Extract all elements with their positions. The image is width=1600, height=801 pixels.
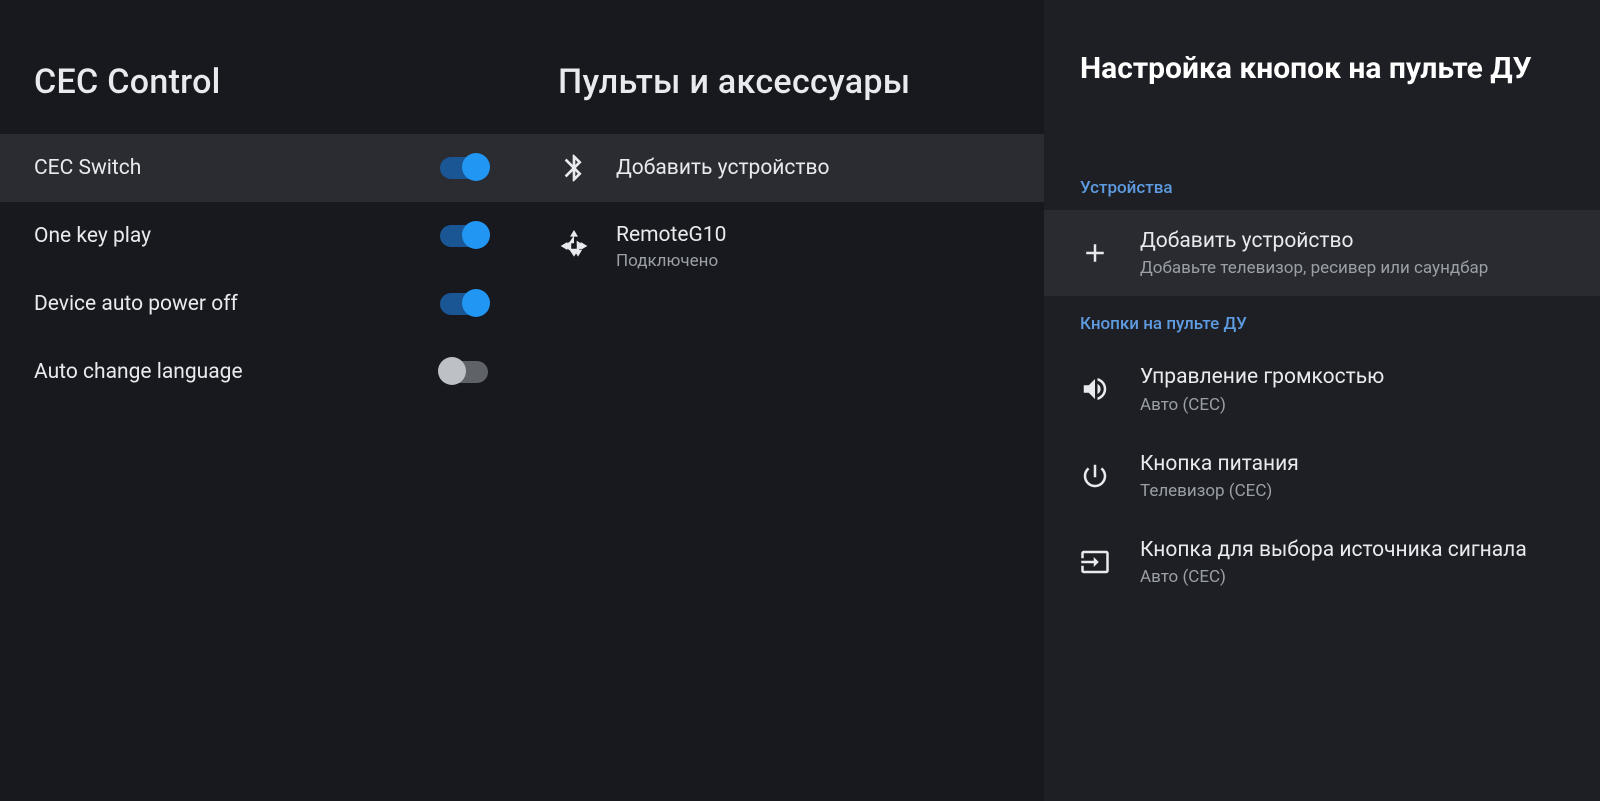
input-source-row[interactable]: Кнопка для выбора источника сигнала Авто… — [1044, 519, 1600, 605]
auto-change-language-row[interactable]: Auto change language — [0, 338, 522, 406]
cec-switch-toggle[interactable] — [440, 157, 488, 179]
auto-change-language-toggle[interactable] — [440, 361, 488, 383]
remote-button-setup-title: Настройка кнопок на пульте ДУ — [1080, 50, 1532, 88]
cec-switch-label: CEC Switch — [34, 156, 440, 180]
remotes-accessories-panel: Пульты и аксессуары Добавить устройство … — [522, 0, 1044, 801]
volume-control-row[interactable]: Управление громкостью Авто (CEC) — [1044, 346, 1600, 432]
cec-control-panel: CEC Control CEC Switch One key play Devi… — [0, 0, 522, 801]
one-key-play-toggle[interactable] — [440, 225, 488, 247]
remote-button-setup-panel: Настройка кнопок на пульте ДУ Устройства… — [1044, 0, 1600, 801]
volume-icon — [1080, 374, 1140, 404]
power-icon — [1080, 461, 1140, 491]
one-key-play-row[interactable]: One key play — [0, 202, 522, 270]
cec-switch-row[interactable]: CEC Switch — [0, 134, 522, 202]
gamepad-icon — [558, 230, 616, 262]
power-button-row[interactable]: Кнопка питания Телевизор (CEC) — [1044, 433, 1600, 519]
remote-g10-row[interactable]: RemoteG10 Подключено — [522, 202, 1044, 290]
remote-g10-status: Подключено — [616, 251, 726, 271]
add-device-setup-sub: Добавьте телевизор, ресивер или саундбар — [1140, 258, 1564, 278]
remote-g10-name: RemoteG10 — [616, 221, 726, 249]
add-device-setup-label: Добавить устройство — [1140, 228, 1564, 255]
input-source-label: Кнопка для выбора источника сигнала — [1140, 537, 1564, 564]
volume-control-label: Управление громкостью — [1140, 364, 1564, 391]
volume-control-sub: Авто (CEC) — [1140, 395, 1564, 415]
device-auto-power-off-label: Device auto power off — [34, 292, 440, 316]
power-button-sub: Телевизор (CEC) — [1140, 481, 1564, 501]
add-device-row[interactable]: Добавить устройство — [522, 134, 1044, 202]
power-button-label: Кнопка питания — [1140, 451, 1564, 478]
remote-buttons-section-label: Кнопки на пульте ДУ — [1044, 296, 1600, 346]
cec-control-title: CEC Control — [34, 62, 522, 102]
cec-control-header: CEC Control — [0, 0, 522, 134]
plus-icon — [1080, 238, 1140, 268]
device-auto-power-off-toggle[interactable] — [440, 293, 488, 315]
one-key-play-label: One key play — [34, 224, 440, 248]
bluetooth-icon — [558, 152, 616, 184]
device-auto-power-off-row[interactable]: Device auto power off — [0, 270, 522, 338]
add-device-label: Добавить устройство — [616, 154, 830, 182]
remotes-header: Пульты и аксессуары — [522, 0, 1044, 134]
input-icon — [1080, 547, 1140, 577]
input-source-sub: Авто (CEC) — [1140, 567, 1564, 587]
auto-change-language-label: Auto change language — [34, 360, 440, 384]
devices-section-label: Устройства — [1044, 160, 1600, 210]
remotes-title: Пульты и аксессуары — [558, 62, 1044, 102]
add-device-setup-row[interactable]: Добавить устройство Добавьте телевизор, … — [1044, 210, 1600, 296]
remote-button-setup-header: Настройка кнопок на пульте ДУ — [1044, 0, 1600, 160]
